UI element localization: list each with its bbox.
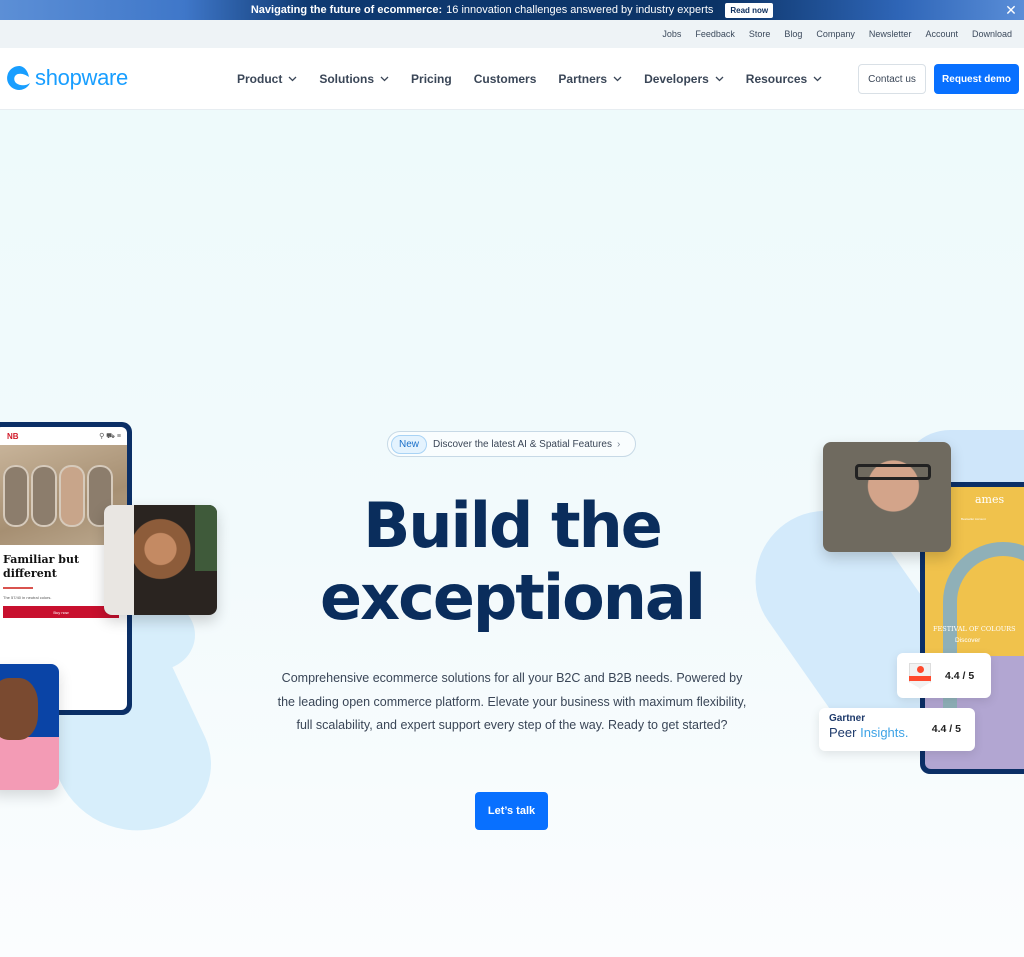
g2-score: 4.4 / 5 — [945, 669, 975, 682]
nav-label: Solutions — [319, 72, 375, 86]
nav-label: Pricing — [411, 72, 452, 86]
hero-subtext: Comprehensive ecommerce solutions for al… — [277, 671, 747, 732]
shopware-logo[interactable]: shopware — [6, 65, 128, 91]
request-demo-button[interactable]: Request demo — [934, 64, 1019, 94]
chevron-down-icon — [715, 76, 724, 82]
announcement-banner: Navigating the future of ecommerce: 16 i… — [0, 0, 1024, 20]
tablet-header: NB ⚲ ⛟ ≡ — [0, 427, 127, 445]
chevron-down-icon — [380, 76, 389, 82]
customer-photo-laughing — [0, 664, 59, 790]
chevron-down-icon — [813, 76, 822, 82]
gartner-score: 4.4 / 5 — [931, 723, 961, 735]
nav-item-customers[interactable]: Customers — [474, 72, 537, 86]
chevron-down-icon — [288, 76, 297, 82]
close-icon[interactable]: ✕ — [1004, 0, 1018, 20]
nav-item-resources[interactable]: Resources — [746, 72, 822, 86]
utility-link-account[interactable]: Account — [925, 29, 958, 39]
contact-us-button[interactable]: Contact us — [858, 64, 926, 94]
chevron-down-icon — [613, 76, 622, 82]
g2-rating-card: 4.4 / 5 — [897, 653, 991, 698]
nav-item-partners[interactable]: Partners — [558, 72, 622, 86]
banner-headline: Navigating the future of ecommerce: — [250, 4, 443, 16]
new-badge: New — [391, 434, 428, 454]
nav-item-developers[interactable]: Developers — [644, 72, 724, 86]
main-nav: shopware Product Solutions Pricing Custo… — [0, 48, 1024, 110]
peer-text: Peer — [829, 725, 857, 740]
nav-item-solutions[interactable]: Solutions — [319, 72, 389, 86]
hero-headline: Build the exceptional — [0, 490, 1024, 634]
chevron-right-icon: › — [617, 438, 621, 450]
utility-link-newsletter[interactable]: Newsletter — [869, 29, 912, 39]
store-banner-link: Discover — [955, 637, 981, 644]
g2-leader-badge-icon — [909, 662, 931, 689]
announcement-pill[interactable]: New Discover the latest AI & Spatial Fea… — [387, 431, 636, 457]
nav-label: Resources — [745, 72, 808, 86]
headline-line-2: exceptional — [320, 561, 706, 634]
brand-logo-icon: NB — [7, 431, 19, 441]
shop-icons: ⚲ ⛟ ≡ — [99, 432, 121, 440]
utility-link-blog[interactable]: Blog — [784, 29, 802, 39]
logo-wordmark: shopware — [35, 65, 128, 90]
nav-label: Developers — [644, 72, 709, 86]
nav-label: Customers — [473, 72, 537, 86]
read-now-button[interactable]: Read now — [725, 2, 774, 18]
utility-link-download[interactable]: Download — [972, 29, 1012, 39]
nav-item-pricing[interactable]: Pricing — [411, 72, 452, 86]
headline-line-1: Build the — [363, 489, 663, 562]
banner-text: 16 innovation challenges answered by ind… — [446, 4, 714, 16]
lets-talk-button[interactable]: Let’s talk — [475, 792, 548, 830]
utility-nav: Jobs Feedback Store Blog Company Newslet… — [0, 20, 1024, 48]
pill-text: Discover the latest AI & Spatial Feature… — [433, 438, 612, 450]
insights-text: Insights. — [860, 725, 909, 740]
utility-link-feedback[interactable]: Feedback — [695, 29, 735, 39]
gartner-rating-card: Gartner Peer Insights. 4.4 / 5 — [819, 708, 975, 751]
nav-label: Product — [237, 72, 283, 86]
nav-label: Partners — [558, 72, 608, 86]
utility-link-store[interactable]: Store — [749, 29, 771, 39]
nav-item-product[interactable]: Product — [237, 72, 297, 86]
utility-link-company[interactable]: Company — [816, 29, 855, 39]
shopware-logo-icon — [7, 66, 30, 90]
utility-link-jobs[interactable]: Jobs — [662, 29, 681, 39]
primary-nav: Product Solutions Pricing Customers Part… — [237, 48, 844, 110]
